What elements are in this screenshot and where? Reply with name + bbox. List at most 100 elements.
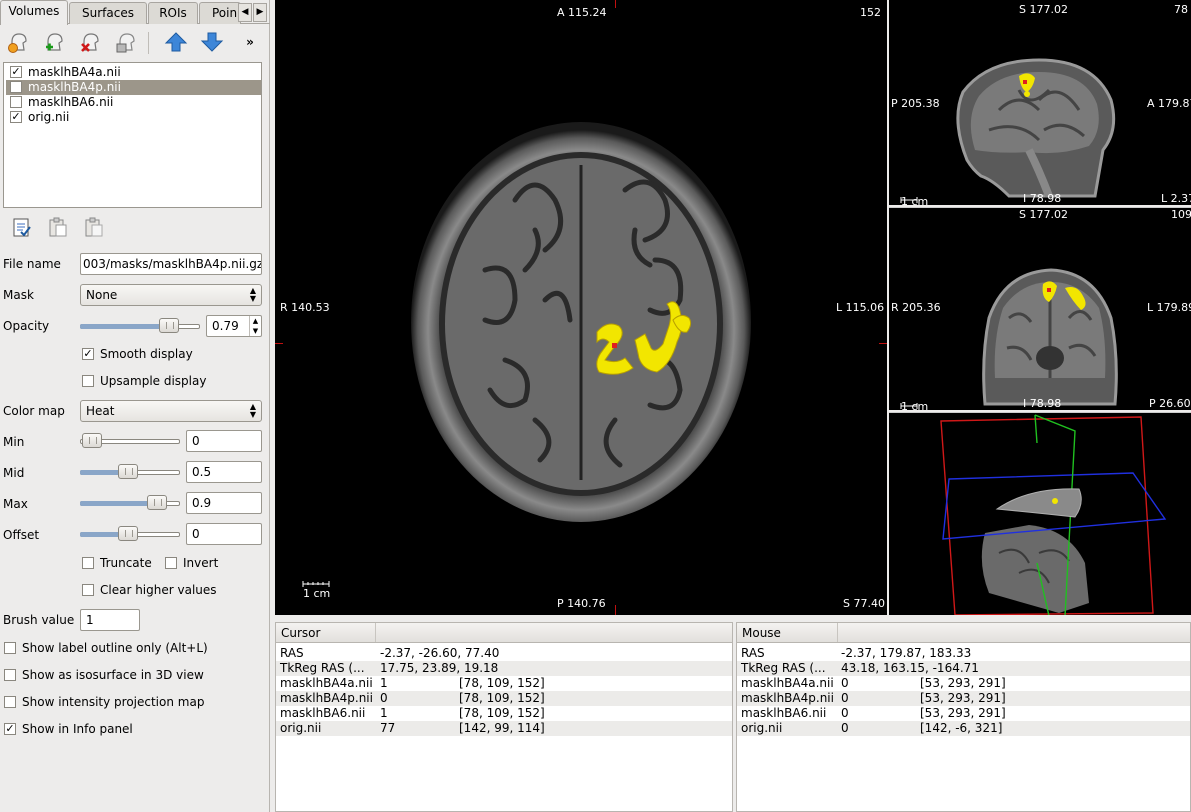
- mouse-info-panel: Mouse RAS -2.37, 179.87, 183.33 TkReg RAS …: [736, 622, 1191, 812]
- mouse-info-row: orig.nii 0 [142, -6, 321]: [737, 721, 1190, 736]
- show-intensity-projection-checkbox[interactable]: Show intensity projection map: [4, 695, 204, 709]
- checkbox-box[interactable]: [82, 375, 94, 387]
- invert-checkbox[interactable]: Invert: [165, 556, 218, 570]
- show-in-info-panel-checkbox[interactable]: ✓ Show in Info panel: [4, 722, 133, 736]
- layer-item[interactable]: ✓ masklhBA4a.nii: [6, 65, 261, 80]
- layer-control-panel: Volumes Surfaces ROIs Poin ◀ ▶ » ✓ maskl…: [0, 0, 270, 812]
- mask-select[interactable]: None ▲ ▼: [80, 284, 262, 306]
- cursor-info-title: Cursor: [276, 623, 376, 642]
- layer-visibility-checkbox[interactable]: [10, 81, 22, 93]
- info-row-label: masklhBA4p.nii: [741, 691, 834, 705]
- layer-name: masklhBA6.nii: [28, 95, 114, 109]
- toolbar-overflow-button[interactable]: »: [242, 28, 258, 56]
- copy-setting-button[interactable]: [44, 213, 72, 241]
- brush-value-label: Brush value: [3, 613, 75, 627]
- coronal-view[interactable]: S 177.02 109 R 205.36 L 179.89 I 78.98 P…: [889, 207, 1191, 410]
- load-volume-icon: [8, 33, 27, 53]
- checkbox-box[interactable]: [4, 669, 16, 681]
- show-label-outline-checkbox[interactable]: Show label outline only (Alt+L): [4, 641, 208, 655]
- info-row-label: masklhBA4p.nii: [280, 691, 373, 705]
- max-input[interactable]: 0.9: [186, 492, 262, 514]
- move-layer-up-button[interactable]: [162, 28, 190, 56]
- offset-slider-handle[interactable]: [118, 526, 138, 541]
- updown-icon: ▲ ▼: [249, 402, 256, 419]
- upsample-display-checkbox[interactable]: Upsample display: [82, 374, 206, 388]
- mid-slider[interactable]: [80, 464, 180, 480]
- coronal-label-bottom-right: P 26.60: [1149, 397, 1191, 410]
- close-volume-button[interactable]: [76, 28, 104, 56]
- clear-higher-checkbox[interactable]: Clear higher values: [82, 583, 217, 597]
- layer-visibility-checkbox[interactable]: ✓: [10, 66, 22, 78]
- new-volume-button[interactable]: [40, 28, 68, 56]
- max-slider[interactable]: [80, 495, 180, 511]
- checkbox-box[interactable]: [165, 557, 177, 569]
- mask-select-value: None: [86, 288, 118, 302]
- min-slider-handle[interactable]: [82, 433, 102, 448]
- save-volume-button[interactable]: [112, 28, 140, 56]
- mid-input[interactable]: 0.5: [186, 461, 262, 483]
- max-slider-handle[interactable]: [147, 495, 167, 510]
- info-row-label: RAS: [280, 646, 304, 660]
- move-layer-down-button[interactable]: [198, 28, 226, 56]
- mouse-info-row: TkReg RAS (... 43.18, 163.15, -164.71: [737, 661, 1190, 676]
- checkbox-box[interactable]: [4, 696, 16, 708]
- layer-item-selected[interactable]: masklhBA4p.nii: [6, 80, 261, 95]
- spin-arrows-icon[interactable]: ▲ ▼: [249, 316, 261, 336]
- mid-slider-handle[interactable]: [118, 464, 138, 479]
- info-row-value: 0: [380, 691, 388, 705]
- opacity-spinbox[interactable]: 0.79 ▲ ▼: [206, 315, 262, 337]
- arrow-down-icon: [200, 32, 224, 52]
- info-row-voxel: [78, 109, 152]: [459, 706, 545, 720]
- paste-setting-button[interactable]: [80, 213, 108, 241]
- info-row-value: 0: [841, 706, 849, 720]
- offset-slider[interactable]: [80, 526, 180, 542]
- min-input[interactable]: 0: [186, 430, 262, 452]
- info-row-voxel: [53, 293, 291]: [920, 691, 1006, 705]
- truncate-checkbox[interactable]: Truncate: [82, 556, 152, 570]
- layer-item[interactable]: ✓ orig.nii: [6, 110, 261, 125]
- info-row-label: TkReg RAS (...: [280, 661, 365, 675]
- info-row-value: 1: [380, 706, 388, 720]
- tab-surfaces[interactable]: Surfaces: [69, 2, 147, 24]
- info-row-value: 0: [841, 676, 849, 690]
- color-map-value: Heat: [86, 404, 115, 418]
- opacity-slider[interactable]: [80, 318, 200, 334]
- sagittal-label-bottom: I 78.98: [1023, 192, 1062, 205]
- select-all-layers-button[interactable]: [8, 213, 36, 241]
- show-isosurface-label: Show as isosurface in 3D view: [22, 668, 204, 682]
- checkbox-box[interactable]: [4, 642, 16, 654]
- layer-visibility-checkbox[interactable]: ✓: [10, 111, 22, 123]
- color-map-select[interactable]: Heat ▲ ▼: [80, 400, 262, 422]
- min-slider[interactable]: [80, 433, 180, 449]
- layer-item[interactable]: masklhBA6.nii: [6, 95, 261, 110]
- info-row-label: masklhBA4a.nii: [741, 676, 834, 690]
- layer-visibility-checkbox[interactable]: [10, 96, 22, 108]
- brush-value-input[interactable]: 1: [80, 609, 140, 631]
- sagittal-view[interactable]: S 177.02 78 P 205.38 A 179.87 I 78.98 L …: [889, 0, 1191, 205]
- main-axial-view[interactable]: A 115.24 152 R 140.53 L 115.06 P 140.76 …: [275, 0, 887, 615]
- checkbox-box[interactable]: ✓: [82, 348, 94, 360]
- three-d-view[interactable]: [889, 412, 1191, 615]
- checkbox-box[interactable]: [82, 557, 94, 569]
- info-row-voxel: [142, 99, 114]: [459, 721, 545, 735]
- tab-points[interactable]: Poin: [199, 2, 241, 24]
- view-label-top: A 115.24: [557, 6, 607, 19]
- tab-scroll-left-button[interactable]: ◀: [238, 3, 252, 22]
- offset-input[interactable]: 0: [186, 523, 262, 545]
- mask-label: Mask: [3, 288, 34, 302]
- tab-scroll-right-button[interactable]: ▶: [253, 3, 267, 22]
- info-row-label: masklhBA4a.nii: [280, 676, 373, 690]
- file-name-field[interactable]: 003/masks/masklhBA4p.nii.gz: [80, 253, 262, 275]
- tab-volumes[interactable]: Volumes: [0, 0, 68, 25]
- tab-rois[interactable]: ROIs: [148, 2, 198, 24]
- smooth-display-checkbox[interactable]: ✓ Smooth display: [82, 347, 193, 361]
- load-volume-button[interactable]: [4, 28, 32, 56]
- cursor-info-row: masklhBA6.nii 1 [78, 109, 152]: [276, 706, 732, 721]
- cursor-info-row: masklhBA4p.nii 0 [78, 109, 152]: [276, 691, 732, 706]
- info-row-label: orig.nii: [741, 721, 783, 735]
- opacity-slider-handle[interactable]: [159, 318, 179, 333]
- checkbox-box[interactable]: [82, 584, 94, 596]
- checkbox-box[interactable]: ✓: [4, 723, 16, 735]
- layer-name: masklhBA4p.nii: [28, 80, 121, 94]
- show-isosurface-checkbox[interactable]: Show as isosurface in 3D view: [4, 668, 204, 682]
